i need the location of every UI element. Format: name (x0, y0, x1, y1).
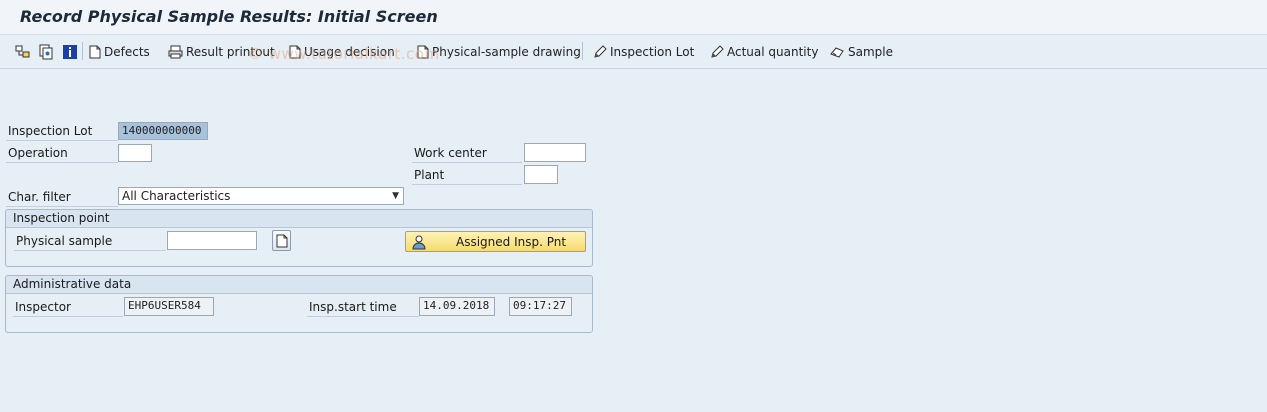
info-icon (63, 45, 77, 59)
document-icon (89, 45, 101, 59)
work-center-field[interactable] (524, 143, 586, 162)
administrative-data-header: Administrative data (6, 276, 592, 294)
physical-sample-field[interactable] (167, 231, 257, 250)
defects-button[interactable]: Defects (89, 43, 150, 61)
inspection-lot-field[interactable]: 140000000000 (118, 122, 208, 140)
operation-field[interactable] (118, 144, 152, 162)
toolbar-separator (582, 42, 583, 60)
document-icon (289, 45, 301, 59)
document-icon (276, 234, 287, 247)
work-center-label: Work center (412, 144, 522, 163)
physical-sample-label: Physical sample (14, 232, 166, 251)
title-bar: Record Physical Sample Results: Initial … (0, 0, 1267, 35)
inspector-label: Inspector (13, 298, 123, 317)
physical-sample-drawing-label: Physical-sample drawing (432, 45, 581, 59)
insp-start-time-label: Insp.start time (307, 298, 419, 317)
insp-start-date-field[interactable]: 14.09.2018 (419, 297, 495, 316)
chevron-down-icon[interactable]: ▼ (392, 188, 399, 204)
usage-decision-button[interactable]: Usage decision (289, 43, 395, 61)
char-filter-label: Char. filter (6, 188, 118, 207)
create-sample-button[interactable] (272, 230, 291, 251)
inspection-point-header: Inspection point (6, 210, 592, 228)
document-icon (417, 45, 429, 59)
inspection-lot-button[interactable]: Inspection Lot (593, 43, 694, 61)
info-button[interactable] (62, 43, 78, 61)
other-object-button[interactable] (38, 43, 54, 61)
person-icon (412, 235, 426, 249)
char-filter-value: All Characteristics (122, 189, 231, 203)
usage-decision-label: Usage decision (304, 45, 395, 59)
object-switch-icon (39, 44, 53, 60)
char-filter-dropdown[interactable]: All Characteristics ▼ (118, 187, 404, 205)
actual-quantity-button[interactable]: Actual quantity (710, 43, 818, 61)
assigned-insp-pnt-button[interactable]: Assigned Insp. Pnt (405, 231, 586, 252)
operation-label: Operation (6, 144, 118, 163)
application-toolbar: Defects Result printout Usage decision P… (0, 35, 1267, 69)
inspection-lot-toolbar-label: Inspection Lot (610, 45, 695, 59)
result-printout-label: Result printout (186, 45, 275, 59)
assigned-insp-pnt-label: Assigned Insp. Pnt (456, 234, 567, 249)
insp-start-time-field[interactable]: 09:17:27 (509, 297, 572, 316)
page-title: Record Physical Sample Results: Initial … (20, 7, 438, 26)
actual-quantity-label: Actual quantity (727, 45, 819, 59)
result-printout-button[interactable]: Result printout (168, 43, 275, 61)
hierarchy-icon (15, 45, 30, 58)
plant-field[interactable] (524, 165, 558, 184)
printer-icon (168, 45, 183, 59)
sample-label: Sample (848, 45, 893, 59)
hierarchy-button[interactable] (15, 43, 31, 61)
defects-label: Defects (104, 45, 150, 59)
physical-sample-drawing-button[interactable]: Physical-sample drawing (417, 43, 581, 61)
sample-icon (830, 47, 844, 58)
sample-button[interactable]: Sample (829, 43, 893, 61)
toolbar-separator (82, 42, 83, 60)
pencil-icon (711, 45, 724, 58)
plant-label: Plant (412, 166, 522, 185)
inspection-lot-label: Inspection Lot (6, 122, 118, 141)
pencil-icon (594, 45, 607, 58)
inspector-field[interactable]: EHP6USER584 (124, 297, 214, 316)
